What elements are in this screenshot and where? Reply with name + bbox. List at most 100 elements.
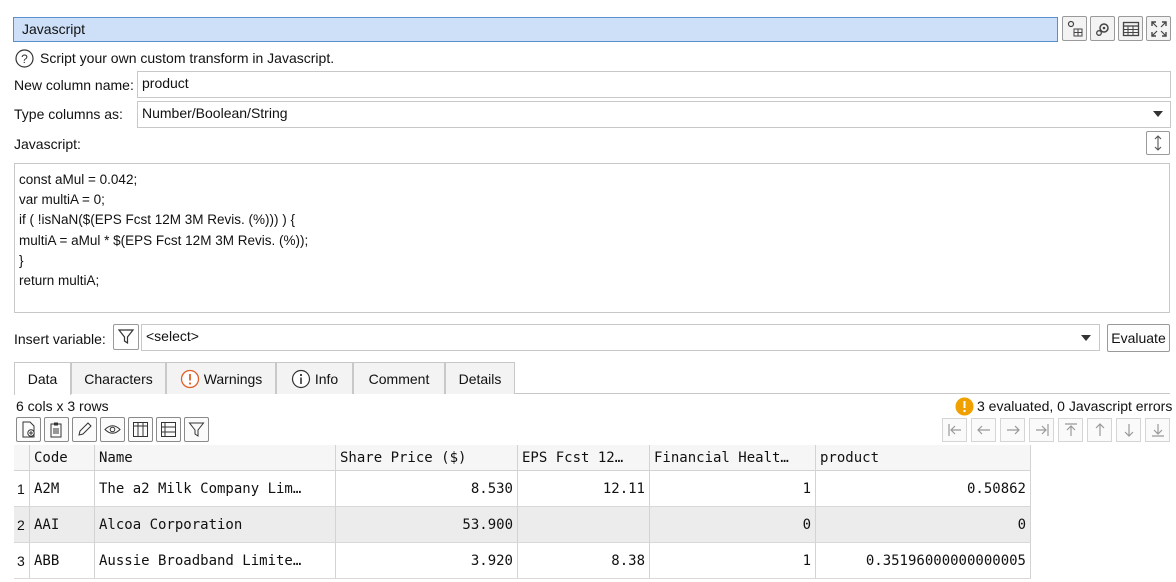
skip-start-icon: [947, 424, 961, 436]
filter-rows-button[interactable]: [184, 417, 209, 442]
svg-text:?: ?: [21, 52, 28, 66]
table-cell[interactable]: Aussie Broadband Limite…: [95, 543, 336, 579]
transform-settings-icon: [1067, 20, 1082, 36]
table-cell[interactable]: 0: [816, 507, 1031, 543]
pencil-icon: [78, 422, 92, 436]
rows-button[interactable]: [156, 417, 181, 442]
table-cell[interactable]: AAI: [30, 507, 95, 543]
row-number: 1: [14, 471, 30, 507]
columns-button[interactable]: [128, 417, 153, 442]
table-cell[interactable]: 1: [650, 471, 816, 507]
column-header[interactable]: Code: [30, 445, 95, 471]
table-cell[interactable]: The a2 Milk Company Lim…: [95, 471, 336, 507]
tab-warnings[interactable]: Warnings: [166, 362, 276, 394]
maximize-button[interactable]: [1146, 16, 1171, 41]
filter-variables-button[interactable]: [113, 324, 139, 350]
previous-row-button[interactable]: [1087, 418, 1112, 442]
vertical-resize-icon: [1154, 135, 1162, 151]
help-circle-icon[interactable]: ?: [15, 49, 34, 68]
arrow-down-icon: [1124, 424, 1133, 437]
settings-transform-button[interactable]: [1062, 16, 1087, 41]
insert-variable-label: Insert variable:: [14, 331, 106, 347]
first-column-button[interactable]: [942, 418, 967, 442]
skip-bottom-icon: [1151, 424, 1164, 437]
column-header[interactable]: Financial Healt…: [650, 445, 816, 471]
tab-info-label: Info: [314, 370, 339, 387]
javascript-editor[interactable]: const aMul = 0.042; var multiA = 0; if ( !…: [14, 163, 1170, 313]
table-cell[interactable]: 0.50862: [816, 471, 1031, 507]
edit-button[interactable]: [72, 417, 97, 442]
table-cell[interactable]: [518, 507, 650, 543]
table-view-button[interactable]: [1118, 16, 1143, 41]
tab-comment[interactable]: Comment: [353, 362, 445, 394]
row-number: 2: [14, 507, 30, 543]
tab-data-label: Data: [27, 371, 58, 387]
table-row[interactable]: 2 AAI Alcoa Corporation 53.900 0 0: [14, 507, 1031, 543]
next-row-button[interactable]: [1116, 418, 1141, 442]
next-column-button[interactable]: [1000, 418, 1025, 442]
table-cell[interactable]: 3.920: [336, 543, 518, 579]
new-sheet-button[interactable]: [16, 417, 41, 442]
skip-top-icon: [1064, 423, 1077, 436]
chevron-down-icon[interactable]: [1153, 110, 1163, 118]
arrow-left-icon: [976, 425, 990, 435]
table-cell[interactable]: Alcoa Corporation: [95, 507, 336, 543]
eye-icon: [104, 425, 121, 434]
gear-button[interactable]: [1090, 16, 1115, 41]
evaluate-button[interactable]: Evaluate: [1107, 324, 1170, 352]
panel-title-text: Javascript: [22, 21, 86, 37]
help-text: Script your own custom transform in Java…: [40, 50, 335, 66]
table-cell[interactable]: 53.900: [336, 507, 518, 543]
column-header[interactable]: EPS Fcst 12…: [518, 445, 650, 471]
table-cell[interactable]: ABB: [30, 543, 95, 579]
table-dimensions: 6 cols x 3 rows: [16, 398, 109, 414]
columns-icon: [133, 422, 148, 437]
tab-details-label: Details: [458, 370, 502, 387]
tab-characters-label: Characters: [84, 370, 153, 387]
table-cell[interactable]: 0: [650, 507, 816, 543]
table-cell[interactable]: 0.35196000000000005: [816, 543, 1031, 579]
tab-details[interactable]: Details: [445, 362, 515, 394]
resize-editor-button[interactable]: [1146, 131, 1170, 155]
row-number: 3: [14, 543, 30, 579]
last-row-button[interactable]: [1145, 418, 1170, 442]
tab-comment-label: Comment: [368, 370, 430, 387]
code-line: }: [19, 252, 24, 268]
panel-title: Javascript: [13, 17, 1058, 42]
copy-button[interactable]: [44, 417, 69, 442]
table-row[interactable]: 1 A2M The a2 Milk Company Lim… 8.530 12.11 1 0…: [14, 471, 1031, 507]
code-line: const aMul = 0.042;: [19, 172, 138, 187]
code-line: if ( !isNaN($(EPS Fcst 12M 3M Revis. (%)…: [19, 212, 296, 228]
last-column-button[interactable]: [1029, 418, 1054, 442]
tab-characters[interactable]: Characters: [71, 362, 166, 394]
table-row[interactable]: 3 ABB Aussie Broadband Limite… 3.920 8.38 1 0.…: [14, 543, 1031, 579]
clipboard-icon: [50, 422, 62, 438]
table-cell[interactable]: 1: [650, 543, 816, 579]
arrow-up-icon: [1095, 423, 1104, 436]
new-column-name-input[interactable]: product: [137, 71, 1171, 98]
table-cell[interactable]: A2M: [30, 471, 95, 507]
type-columns-select[interactable]: Number/Boolean/String: [137, 101, 1171, 128]
skip-end-icon: [1035, 424, 1049, 436]
column-header[interactable]: Share Price ($): [336, 445, 518, 471]
first-row-button[interactable]: [1058, 418, 1083, 442]
evaluation-status: 3 evaluated, 0 Javascript errors: [977, 398, 1173, 414]
previous-column-button[interactable]: [971, 418, 996, 442]
filter-icon: [188, 422, 205, 437]
table-cell[interactable]: 8.530: [336, 471, 518, 507]
view-button[interactable]: [100, 417, 125, 442]
column-header[interactable]: product: [816, 445, 1031, 471]
insert-variable-select[interactable]: <select>: [141, 324, 1100, 351]
code-line: return multiA;: [19, 273, 100, 289]
table-icon: [1122, 21, 1139, 36]
column-header[interactable]: Name: [95, 445, 336, 471]
chevron-down-icon[interactable]: [1081, 334, 1091, 342]
tab-data[interactable]: Data: [14, 362, 71, 395]
table-cell[interactable]: 8.38: [518, 543, 650, 579]
table-cell[interactable]: 12.11: [518, 471, 650, 507]
tab-info[interactable]: Info: [276, 362, 353, 394]
gear-icon: [1095, 22, 1109, 36]
filter-icon: [117, 329, 135, 345]
javascript-label: Javascript:: [14, 136, 81, 152]
arrow-right-icon: [1006, 425, 1020, 435]
